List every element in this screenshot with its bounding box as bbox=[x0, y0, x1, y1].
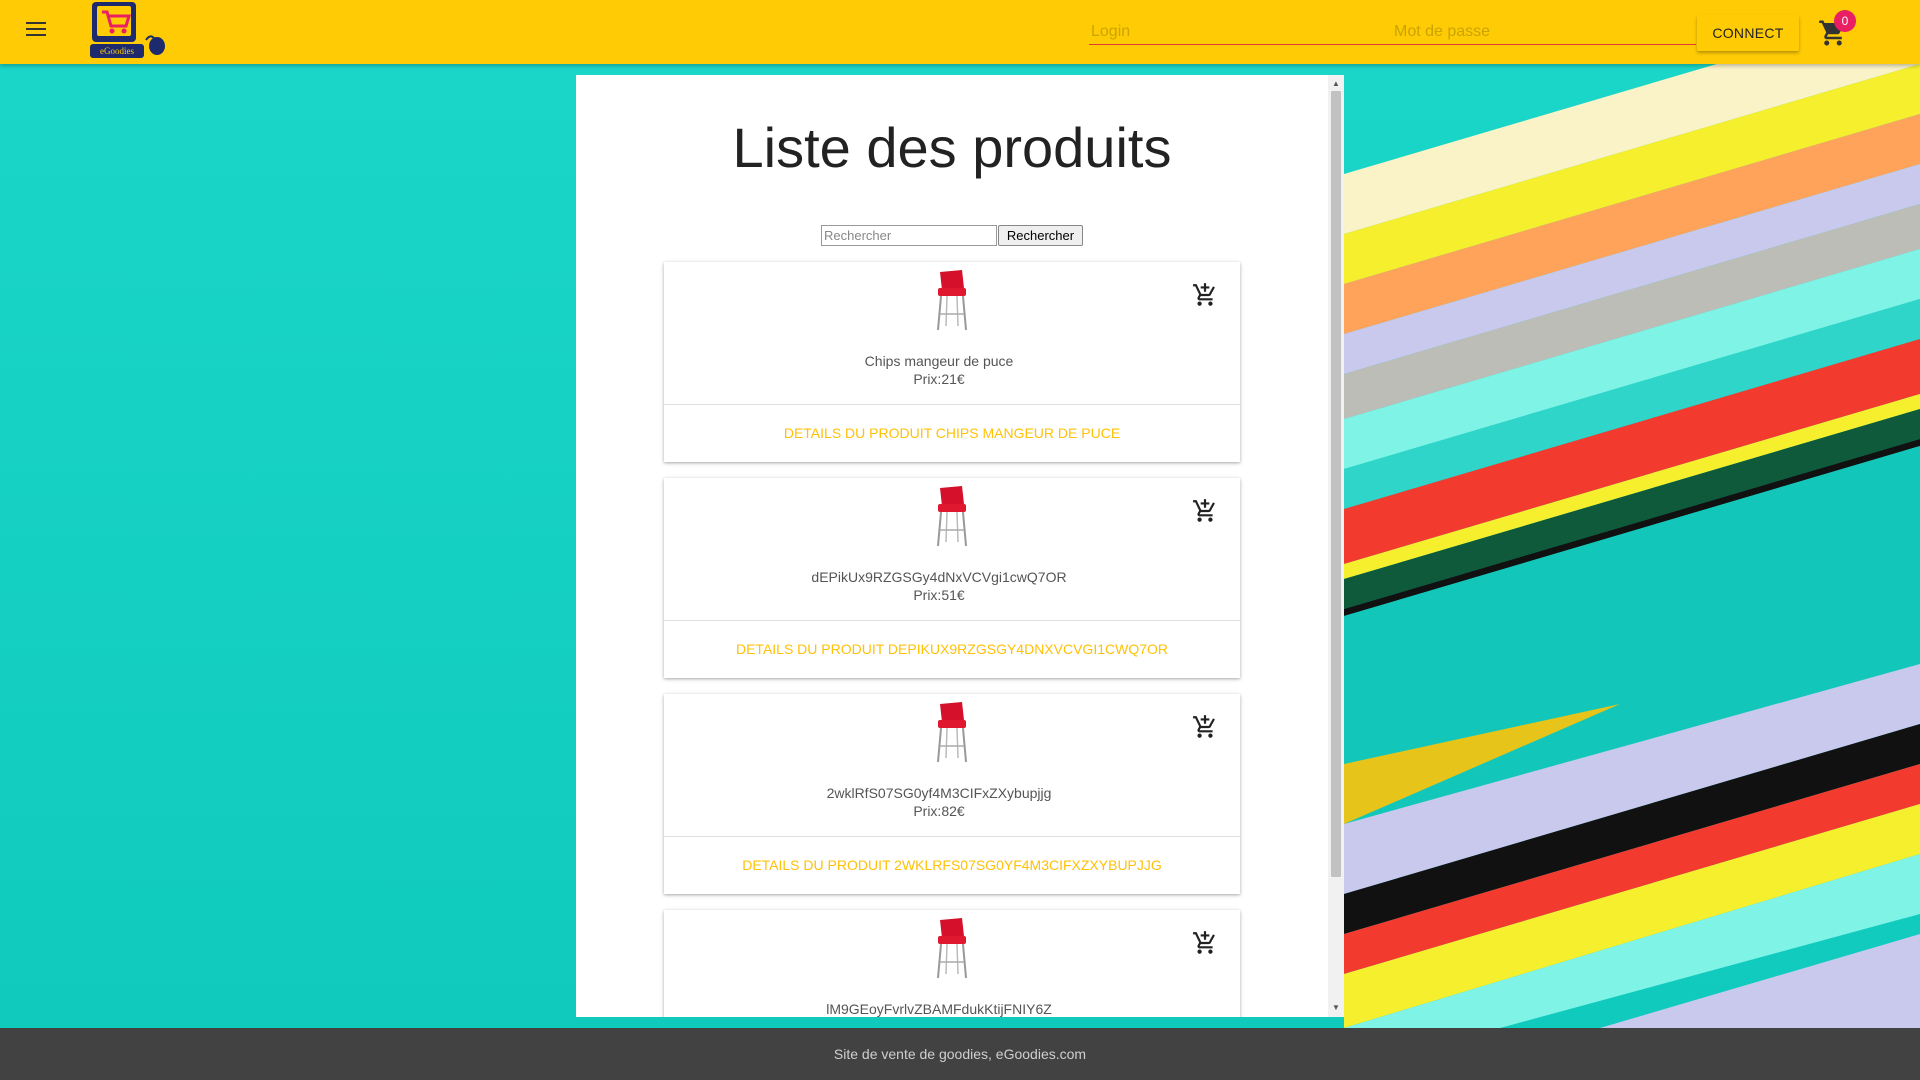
egoodies-logo[interactable]: eGoodies bbox=[88, 0, 172, 62]
footer-text: Site de vente de goodies, eGoodies.com bbox=[833, 1046, 1087, 1062]
page-title: Liste des produits bbox=[732, 116, 1172, 179]
menu-icon-line bbox=[26, 28, 46, 30]
product-image[interactable] bbox=[932, 268, 972, 332]
search-button[interactable]: Rechercher bbox=[998, 225, 1083, 246]
top-app-bar: eGoodies CONNECT 0 bbox=[0, 0, 1920, 64]
product-name: lM9GEoyFvrlvZBAMFdukKtijFNIY6Z bbox=[826, 1001, 1052, 1017]
add-to-cart-icon[interactable] bbox=[1192, 282, 1218, 308]
product-details-link[interactable]: DETAILS DU PRODUIT 2WKLRFS07SG0YF4M3CIFX… bbox=[664, 837, 1240, 894]
search-input[interactable] bbox=[821, 225, 997, 246]
scroll-up-arrow-icon[interactable]: ▲ bbox=[1328, 77, 1344, 91]
logo-text: eGoodies bbox=[100, 46, 134, 56]
product-price: Prix:82€ bbox=[913, 803, 965, 819]
connect-button[interactable]: CONNECT bbox=[1697, 15, 1799, 51]
scroll-down-arrow-icon[interactable]: ▼ bbox=[1328, 1001, 1344, 1015]
cart-count-badge: 0 bbox=[1834, 10, 1856, 32]
add-to-cart-icon[interactable] bbox=[1192, 498, 1218, 524]
footer: Site de vente de goodies, eGoodies.com bbox=[0, 1028, 1920, 1080]
login-field[interactable] bbox=[1089, 20, 1393, 45]
vertical-scrollbar[interactable]: ▲ ▼ bbox=[1328, 75, 1344, 1017]
product-name: 2wklRfS07SG0yf4M3CIFxZXybupjjg bbox=[826, 785, 1052, 801]
add-to-cart-icon[interactable] bbox=[1192, 714, 1218, 740]
add-to-cart-icon[interactable] bbox=[1192, 930, 1218, 956]
scrollbar-thumb[interactable] bbox=[1331, 91, 1341, 877]
product-details-link[interactable]: DETAILS DU PRODUIT CHIPS MANGEUR DE PUCE bbox=[664, 405, 1240, 462]
product-details-link[interactable]: DETAILS DU PRODUIT DEPIKUX9RZGSGY4DNXVCV… bbox=[664, 621, 1240, 678]
menu-icon-line bbox=[26, 22, 46, 24]
product-name: dEPikUx9RZGSGy4dNxVCVgi1cwQ7OR bbox=[811, 569, 1067, 585]
product-card: Chips mangeur de puce Prix:21€ DETAILS D… bbox=[664, 262, 1240, 462]
product-image[interactable] bbox=[932, 916, 972, 980]
product-list-panel: Liste des produits Rechercher Chips mang… bbox=[576, 75, 1344, 1017]
product-image[interactable] bbox=[932, 484, 972, 548]
menu-icon[interactable] bbox=[20, 18, 52, 46]
product-price: Prix:21€ bbox=[913, 371, 965, 387]
product-image[interactable] bbox=[932, 700, 972, 764]
product-list-content: Liste des produits Rechercher Chips mang… bbox=[576, 75, 1328, 1017]
product-card: lM9GEoyFvrlvZBAMFdukKtijFNIY6Z bbox=[664, 910, 1240, 1017]
product-name: Chips mangeur de puce bbox=[864, 353, 1014, 369]
product-card: 2wklRfS07SG0yf4M3CIFxZXybupjjg Prix:82€ … bbox=[664, 694, 1240, 894]
product-card: dEPikUx9RZGSGy4dNxVCVgi1cwQ7OR Prix:51€ … bbox=[664, 478, 1240, 678]
password-field[interactable] bbox=[1392, 20, 1696, 45]
product-price: Prix:51€ bbox=[913, 587, 965, 603]
menu-icon-line bbox=[26, 34, 46, 36]
